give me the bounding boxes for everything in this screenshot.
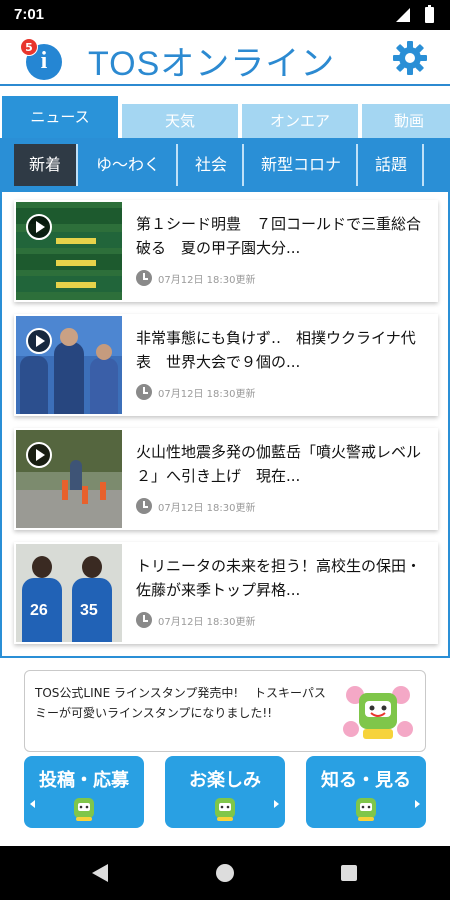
back-icon[interactable] bbox=[92, 864, 108, 882]
news-thumbnail bbox=[16, 202, 122, 300]
news-item[interactable]: 第１シード明豊 ７回コールドで三重総合破る 夏の甲子園大分... 07月12日 … bbox=[14, 200, 438, 302]
learn-watch-button[interactable]: 知る・見る bbox=[306, 756, 426, 828]
fun-label: お楽しみ bbox=[189, 770, 261, 791]
promo-banner[interactable]: TOS公式LINE ラインスタンプ発売中! トスキーパスミーが可愛いラインスタン… bbox=[24, 670, 426, 752]
post-apply-button[interactable]: 投稿・応募 bbox=[24, 756, 144, 828]
play-icon bbox=[26, 214, 52, 240]
signal-icon bbox=[396, 8, 410, 22]
clock-icon bbox=[136, 498, 152, 514]
status-time: 7:01 bbox=[14, 6, 45, 23]
play-icon bbox=[26, 442, 52, 468]
category-tab-yuwaku[interactable]: ゆ〜わく bbox=[80, 144, 178, 186]
category-tab-topics[interactable]: 話題 bbox=[360, 144, 424, 186]
mascot-icon bbox=[215, 798, 235, 821]
clock-icon bbox=[136, 384, 152, 400]
notification-badge: 5 bbox=[20, 38, 38, 56]
mascot-icon bbox=[356, 798, 376, 821]
news-updated-time: 07月12日 18:30更新 bbox=[158, 275, 256, 286]
system-nav-bar bbox=[0, 846, 450, 900]
promo-text: TOS公式LINE ラインスタンプ発売中! トスキーパスミーが可愛いラインスタン… bbox=[35, 686, 326, 720]
fun-button[interactable]: お楽しみ bbox=[165, 756, 285, 828]
info-icon: i bbox=[40, 48, 48, 74]
news-updated-time: 07月12日 18:30更新 bbox=[158, 389, 256, 400]
news-title: 火山性地震多発の伽藍岳「噴火警戒レベル２」へ引き上げ 現在... bbox=[136, 443, 422, 485]
clock-icon bbox=[136, 612, 152, 628]
app-logo: TOSオンライン bbox=[88, 45, 336, 83]
tab-video[interactable]: 動画 bbox=[362, 104, 450, 138]
home-icon[interactable] bbox=[216, 864, 234, 882]
news-title: 非常事態にも負けず‥ 相撲ウクライナ代表 世界大会で９個の... bbox=[136, 329, 416, 371]
news-list: 第１シード明豊 ７回コールドで三重総合破る 夏の甲子園大分... 07月12日 … bbox=[0, 192, 450, 658]
gear-icon[interactable] bbox=[392, 40, 428, 76]
arrow-left-icon bbox=[30, 800, 35, 808]
battery-icon bbox=[425, 5, 434, 23]
app-header: i 5 TOSオンライン bbox=[0, 30, 450, 86]
mascot-stamp-image bbox=[337, 677, 419, 747]
mascot-icon bbox=[74, 798, 94, 821]
status-bar: 7:01 bbox=[0, 0, 450, 30]
arrow-right-icon bbox=[274, 800, 279, 808]
news-thumbnail bbox=[16, 316, 122, 414]
news-updated-time: 07月12日 18:30更新 bbox=[158, 617, 256, 628]
news-thumbnail: 26 35 bbox=[16, 544, 122, 642]
category-tab-society[interactable]: 社会 bbox=[180, 144, 244, 186]
recent-apps-icon[interactable] bbox=[341, 865, 357, 881]
category-tab-bar: 新着 ゆ〜わく 社会 新型コロナ 話題 bbox=[0, 138, 450, 192]
category-tab-covid[interactable]: 新型コロナ bbox=[246, 144, 358, 186]
news-updated-time: 07月12日 18:30更新 bbox=[158, 503, 256, 514]
main-tab-bar: ニュース 天気 オンエア 動画 bbox=[0, 96, 450, 138]
tab-weather[interactable]: 天気 bbox=[122, 104, 240, 138]
clock-icon bbox=[136, 270, 152, 286]
news-title: 第１シード明豊 ７回コールドで三重総合破る 夏の甲子園大分... bbox=[136, 215, 422, 257]
news-thumbnail bbox=[16, 430, 122, 528]
learn-watch-label: 知る・見る bbox=[321, 770, 411, 791]
tab-on-air[interactable]: オンエア bbox=[242, 104, 360, 138]
news-title: トリニータの未来を担う！高校生の保田・佐藤が来季トップ昇格... bbox=[136, 557, 422, 599]
news-item[interactable]: 26 35 トリニータの未来を担う！高校生の保田・佐藤が来季トップ昇格... 0… bbox=[14, 542, 438, 644]
news-item[interactable]: 火山性地震多発の伽藍岳「噴火警戒レベル２」へ引き上げ 現在... 07月12日 … bbox=[14, 428, 438, 530]
tab-news[interactable]: ニュース bbox=[2, 96, 120, 138]
category-tab-latest[interactable]: 新着 bbox=[14, 144, 78, 186]
play-icon bbox=[26, 328, 52, 354]
arrow-right-icon bbox=[415, 800, 420, 808]
news-item[interactable]: 非常事態にも負けず‥ 相撲ウクライナ代表 世界大会で９個の... 07月12日 … bbox=[14, 314, 438, 416]
notification-logo-button[interactable]: i 5 bbox=[20, 38, 64, 80]
post-apply-label: 投稿・応募 bbox=[39, 770, 129, 791]
